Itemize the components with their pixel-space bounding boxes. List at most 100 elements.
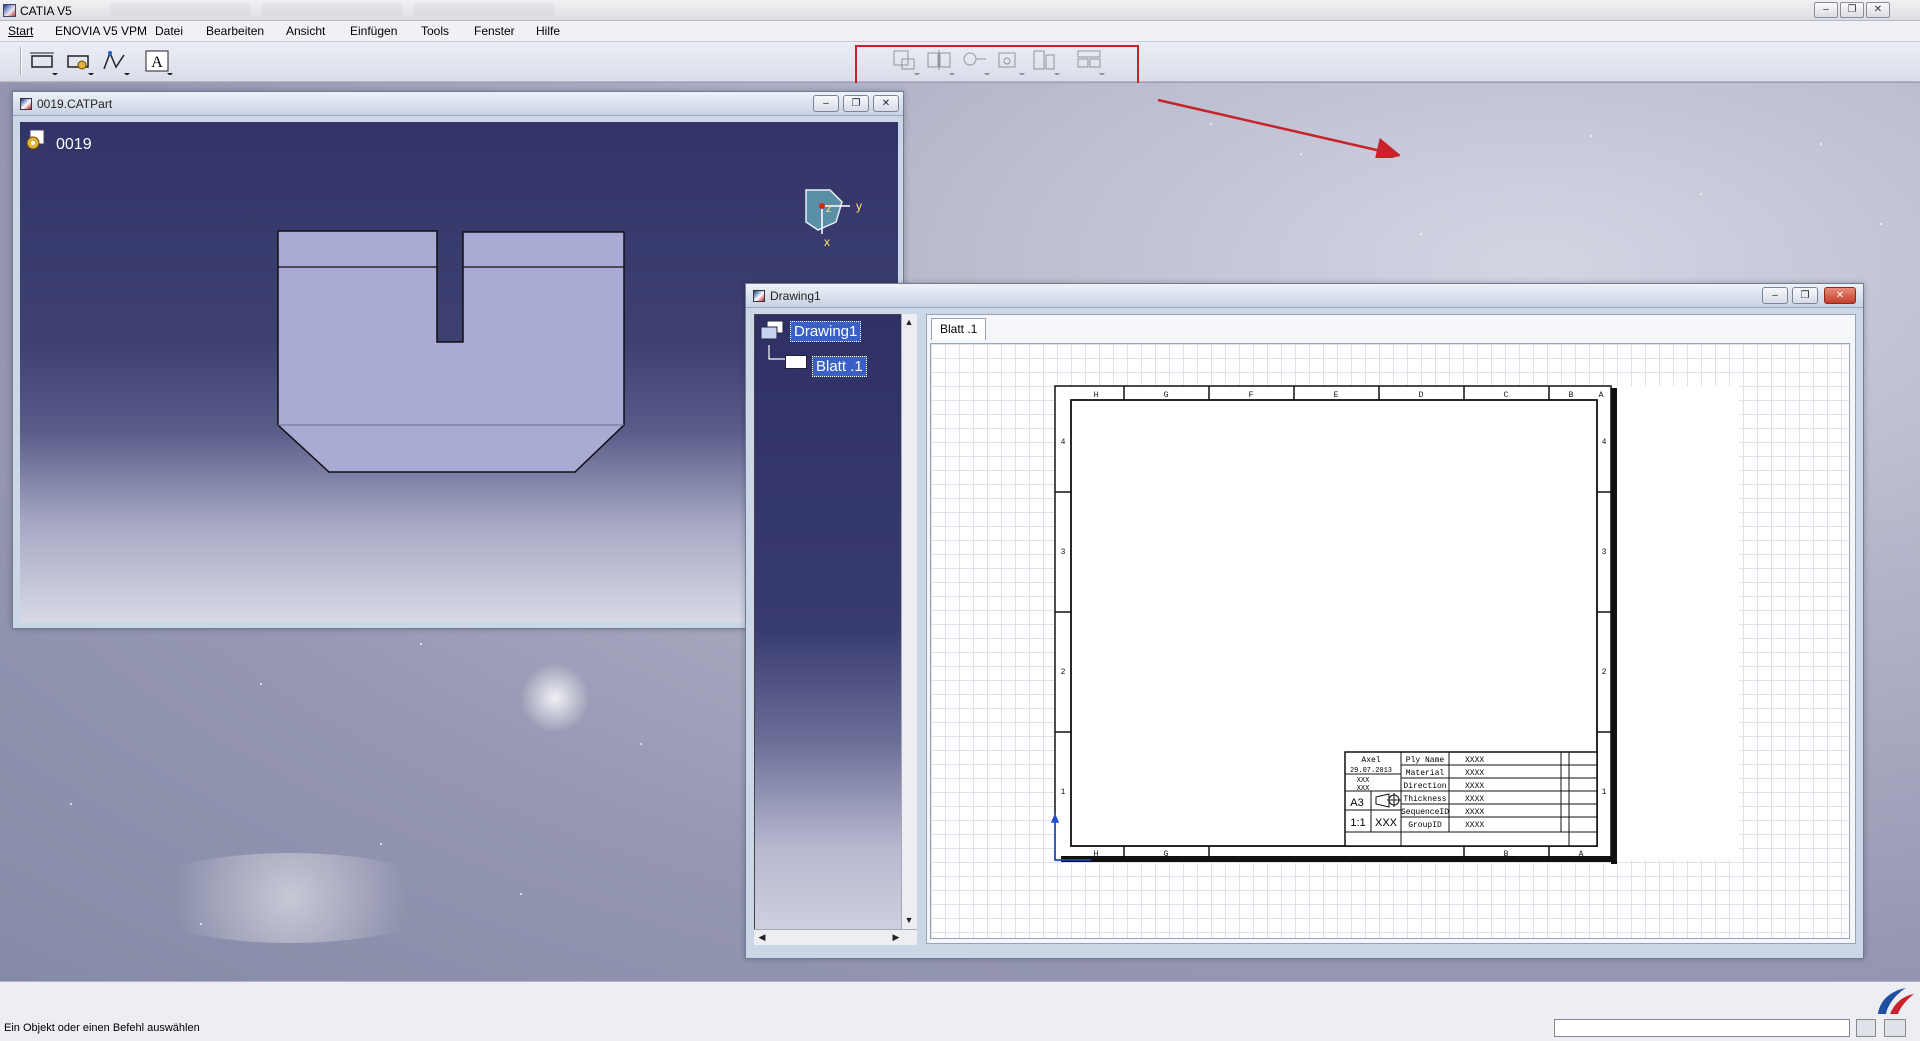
tree-node-sheet[interactable]: Blatt .1 [812,356,867,377]
title-approved: XXX [1357,785,1370,793]
status-bar: Ein Objekt oder einen Befehl auswählen [0,981,1920,1041]
command-input[interactable] [1554,1019,1850,1037]
part-maximize-button[interactable]: ❐ [843,95,869,112]
toolbar-grip[interactable] [20,47,22,75]
menu-start[interactable]: Start [8,24,33,38]
sheet-settings-icon[interactable] [64,47,94,76]
compass-axis-icon[interactable]: z y x [800,182,880,252]
frame-left-number-3: 3 [1061,548,1066,557]
specification-tree[interactable]: Drawing1 Blatt .1 [754,314,909,944]
scroll-down-icon[interactable]: ▼ [902,913,916,927]
frame-top-letter-f: F [1249,391,1254,400]
title-block: Axel 29.07.2013 XXX XXX A3 1:1 XXX Ply N… [1344,751,1598,847]
catia-app-icon [3,4,16,17]
app-title: CATIA V5 [20,4,72,18]
status-message: Ein Objekt oder einen Befehl auswählen [4,1022,200,1034]
title-date: 29.07.2013 [1350,767,1392,775]
sheet-area: Blatt .1 H G F E D C B A H G B A 4 3 2 1… [926,314,1856,944]
field-label-thickness: Thickness [1403,795,1446,804]
frame-bottom-letter-g: G [1164,850,1169,859]
curve-tool-icon[interactable] [100,47,130,76]
menu-ansicht[interactable]: Ansicht [286,24,325,38]
frame-shadow-bottom [1061,856,1617,862]
drawing-sheet-canvas[interactable]: H G F E D C B A H G B A 4 3 2 1 4 3 2 1 … [930,343,1850,939]
tree-node-drawing[interactable]: Drawing1 [790,321,862,342]
frame-top-letter-b: B [1569,391,1574,400]
axis-z-label: z [826,203,832,215]
field-value-sequenceid: XXXX [1465,808,1484,817]
minimize-app-button[interactable]: – [1814,2,1838,18]
field-label-ply-name: Ply Name [1406,756,1445,765]
svg-text:A: A [151,54,163,71]
field-label-sequenceid: SequenceID [1401,808,1449,817]
title-author: Axel [1361,756,1380,765]
part-window-title: 0019.CATPart [37,97,113,111]
frame-top-letter-g: G [1164,391,1169,400]
title-checked: XXX [1357,777,1370,785]
drawing-tree-icon[interactable] [759,319,785,345]
part-minimize-button[interactable]: – [813,95,839,112]
field-label-material: Material [1406,769,1445,778]
part-close-button[interactable]: ✕ [873,95,899,112]
frame-top-letter-e: E [1334,391,1339,400]
field-label-direction: Direction [1403,782,1446,791]
frame-right-number-3: 3 [1602,548,1607,557]
title-format: A3 [1350,797,1363,809]
menu-fenster[interactable]: Fenster [474,24,515,38]
annotation-arrow [1157,98,1400,158]
frame-top-letter-d: D [1419,391,1424,400]
menu-bearbeiten[interactable]: Bearbeiten [206,24,264,38]
scroll-right-icon[interactable]: ▶ [889,930,903,944]
menu-tools[interactable]: Tools [421,24,449,38]
frame-shadow-right [1611,388,1617,864]
power-input-icon[interactable] [1884,1019,1906,1037]
drawing-window-icon [753,290,765,302]
menu-hilfe[interactable]: Hilfe [536,24,560,38]
drawing-maximize-button[interactable]: ❐ [1792,287,1818,304]
title-scale: 1:1 [1350,817,1365,829]
frame-bottom-letter-a: A [1579,850,1584,859]
command-history-button[interactable] [1856,1019,1876,1037]
frame-right-number-2: 2 [1602,668,1607,677]
frame-bottom-letter-b: B [1504,850,1509,859]
field-value-direction: XXXX [1465,782,1484,791]
text-tool-icon[interactable]: A [143,47,173,76]
field-value-groupid: XXXX [1465,821,1484,830]
restore-app-button[interactable]: ❐ [1840,2,1864,18]
axis-x-label: x [824,235,830,249]
title-number: XXX [1375,817,1398,829]
drawing-minimize-button[interactable]: – [1762,287,1788,304]
title-bar: CATIA V5 – ❐ ✕ [0,0,1920,21]
frame-right-number-1: 1 [1602,788,1607,797]
field-value-thickness: XXXX [1465,795,1484,804]
sheet-tab[interactable]: Blatt .1 [931,318,987,340]
drawing-close-button[interactable]: ✕ [1824,287,1856,304]
menu-bar: Start ENOVIA V5 VPM Datei Bearbeiten Ans… [0,21,1920,42]
scroll-up-icon[interactable]: ▲ [902,315,916,329]
menu-enovia[interactable]: ENOVIA V5 VPM [55,24,147,38]
tree-horizontal-scrollbar[interactable]: ◀ ▶ [754,929,917,945]
frame-top-letter-c: C [1504,391,1509,400]
drawing-window-titlebar[interactable]: Drawing1 – ❐ ✕ [746,284,1863,308]
frame-right-number-4: 4 [1602,438,1607,447]
frame-top-letter-h: H [1094,391,1099,400]
scroll-left-icon[interactable]: ◀ [755,930,769,944]
field-label-groupid: GroupID [1408,821,1442,830]
annotation-highlight-box [855,45,1139,88]
sheet-dimension-icon[interactable] [28,47,58,76]
taskbar-ghost-tabs [110,3,580,17]
axis-y-label: y [856,199,862,213]
drawing-window-title: Drawing1 [770,289,821,303]
drawing-window[interactable]: Drawing1 – ❐ ✕ Drawing1 Blatt .1 ▲ ▼ ◀ ▶… [745,283,1864,959]
menu-einfuegen[interactable]: Einfügen [350,24,397,38]
part-window-titlebar[interactable]: 0019.CATPart – ❐ ✕ [13,92,903,116]
frame-bottom-letter-h: H [1094,850,1099,859]
close-app-button[interactable]: ✕ [1866,2,1890,18]
frame-left-number-4: 4 [1061,438,1066,447]
menu-datei[interactable]: Datei [155,24,183,38]
frame-left-number-1: 1 [1061,788,1066,797]
tree-vertical-scrollbar[interactable]: ▲ ▼ [901,314,917,929]
frame-top-letter-a: A [1599,391,1604,400]
part-window-icon [20,98,32,110]
sheet-tree-icon[interactable] [785,355,807,369]
